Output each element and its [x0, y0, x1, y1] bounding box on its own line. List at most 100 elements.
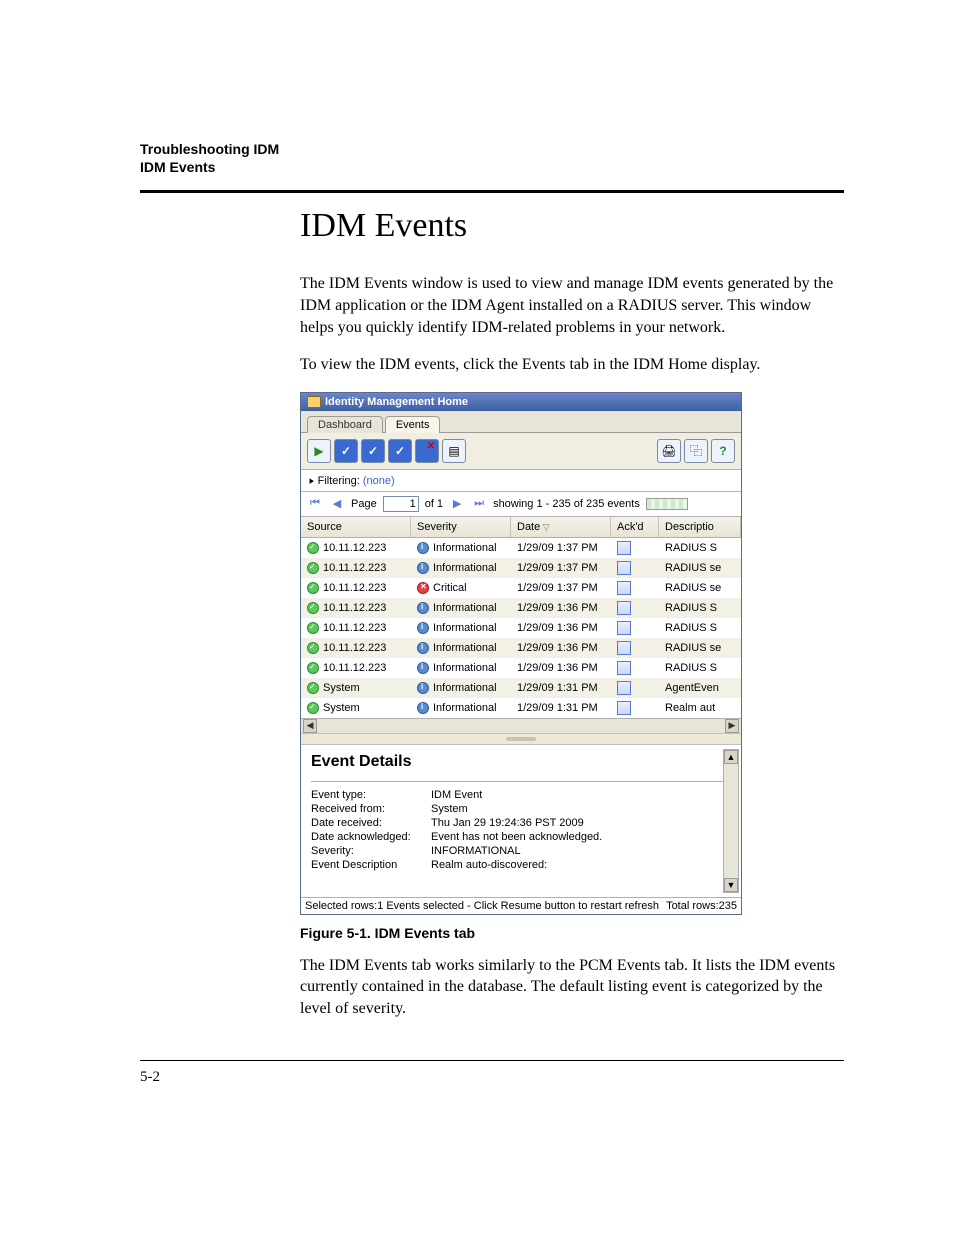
severity-value: INFORMATIONAL [431, 845, 731, 857]
cell-description: Realm aut [659, 699, 741, 717]
severity-icon [417, 582, 429, 594]
prev-page-button[interactable]: ◀ [329, 496, 345, 512]
details-vertical-scrollbar[interactable]: ▲ ▼ [723, 749, 739, 893]
cell-date: 1/29/09 1:31 PM [511, 679, 611, 697]
events-grid: Source Severity Date Ack'd Descriptio 10… [301, 517, 741, 718]
cell-severity: Informational [411, 619, 511, 637]
status-ok-icon [307, 702, 319, 714]
export-button[interactable]: ⿻ [684, 439, 708, 463]
clear-filter-button[interactable] [415, 439, 439, 463]
next-page-button[interactable]: ▶ [449, 496, 465, 512]
ack-checkbox[interactable] [617, 621, 631, 635]
table-row[interactable]: 10.11.12.223Informational1/29/09 1:36 PM… [301, 618, 741, 638]
folder-icon [307, 396, 321, 408]
ack-checkbox[interactable] [617, 681, 631, 695]
window-title: Identity Management Home [325, 396, 468, 408]
severity-icon [417, 602, 429, 614]
severity-icon [417, 682, 429, 694]
scroll-right-icon[interactable]: ▶ [725, 719, 739, 733]
scroll-up-icon[interactable]: ▲ [724, 750, 738, 764]
cell-source: 10.11.12.223 [301, 579, 411, 597]
filter-button-3[interactable] [388, 439, 412, 463]
status-bar: Selected rows:1 Events selected - Click … [301, 897, 741, 914]
col-date[interactable]: Date [511, 517, 611, 537]
last-page-button[interactable]: ⏭ [471, 496, 487, 512]
resume-button[interactable]: ▶ [307, 439, 331, 463]
date-received-value: Thu Jan 29 19:24:36 PST 2009 [431, 817, 731, 829]
tab-strip: Dashboard Events [301, 411, 741, 433]
cell-ackd [611, 618, 659, 638]
page-of-label: of 1 [425, 498, 443, 510]
help-button[interactable]: ? [711, 439, 735, 463]
ack-checkbox[interactable] [617, 641, 631, 655]
event-desc-label: Event Description [311, 859, 431, 871]
page-input[interactable] [383, 496, 419, 512]
event-desc-value: Realm auto-discovered: [431, 859, 731, 871]
intro-paragraph-2: To view the IDM events, click the Events… [300, 354, 844, 376]
horizontal-scrollbar[interactable]: ◀ ▶ [301, 718, 741, 733]
severity-icon [417, 562, 429, 574]
severity-label: Severity: [311, 845, 431, 857]
col-source[interactable]: Source [301, 517, 411, 537]
cell-ackd [611, 538, 659, 558]
status-ok-icon [307, 622, 319, 634]
progress-indicator [646, 498, 688, 510]
cell-source: 10.11.12.223 [301, 659, 411, 677]
status-ok-icon [307, 642, 319, 654]
ack-checkbox[interactable] [617, 581, 631, 595]
cell-date: 1/29/09 1:36 PM [511, 619, 611, 637]
table-row[interactable]: SystemInformational1/29/09 1:31 PMAgentE… [301, 678, 741, 698]
severity-icon [417, 662, 429, 674]
cell-severity: Informational [411, 659, 511, 677]
splitter-bar[interactable] [301, 733, 741, 745]
col-description[interactable]: Descriptio [659, 517, 741, 537]
cell-description: AgentEven [659, 679, 741, 697]
date-ack-label: Date acknowledged: [311, 831, 431, 843]
cell-description: RADIUS se [659, 559, 741, 577]
cell-severity: Informational [411, 599, 511, 617]
scroll-left-icon[interactable]: ◀ [303, 719, 317, 733]
intro-paragraph-1: The IDM Events window is used to view an… [300, 273, 844, 338]
col-ackd[interactable]: Ack'd [611, 517, 659, 537]
cell-source: 10.11.12.223 [301, 639, 411, 657]
cell-ackd [611, 698, 659, 718]
filter-button-1[interactable] [334, 439, 358, 463]
date-ack-value: Event has not been acknowledged. [431, 831, 731, 843]
table-row[interactable]: 10.11.12.223Critical1/29/09 1:37 PMRADIU… [301, 578, 741, 598]
ack-checkbox[interactable] [617, 601, 631, 615]
ack-checkbox[interactable] [617, 541, 631, 555]
cell-date: 1/29/09 1:31 PM [511, 699, 611, 717]
cell-description: RADIUS S [659, 659, 741, 677]
first-page-button[interactable]: ⏮ [307, 496, 323, 512]
col-severity[interactable]: Severity [411, 517, 511, 537]
print-button[interactable]: 🖨 [657, 439, 681, 463]
table-row[interactable]: 10.11.12.223Informational1/29/09 1:36 PM… [301, 638, 741, 658]
cell-date: 1/29/09 1:37 PM [511, 559, 611, 577]
severity-icon [417, 702, 429, 714]
table-row[interactable]: 10.11.12.223Informational1/29/09 1:36 PM… [301, 598, 741, 618]
cell-severity: Informational [411, 559, 511, 577]
toolbar: ▶ ▤ 🖨 ⿻ ? [301, 433, 741, 470]
table-row[interactable]: SystemInformational1/29/09 1:31 PMRealm … [301, 698, 741, 718]
table-row[interactable]: 10.11.12.223Informational1/29/09 1:36 PM… [301, 658, 741, 678]
figure-caption: Figure 5-1. IDM Events tab [300, 925, 844, 941]
cell-date: 1/29/09 1:36 PM [511, 599, 611, 617]
tab-events[interactable]: Events [385, 416, 441, 433]
filter-bar[interactable]: ▸ Filtering: (none) [301, 470, 741, 492]
cell-ackd [611, 678, 659, 698]
scroll-down-icon[interactable]: ▼ [724, 878, 738, 892]
event-type-label: Event type: [311, 789, 431, 801]
ack-checkbox[interactable] [617, 701, 631, 715]
table-row[interactable]: 10.11.12.223Informational1/29/09 1:37 PM… [301, 538, 741, 558]
filter-button-2[interactable] [361, 439, 385, 463]
filter-value: (none) [363, 475, 395, 487]
table-row[interactable]: 10.11.12.223Informational1/29/09 1:37 PM… [301, 558, 741, 578]
columns-button[interactable]: ▤ [442, 439, 466, 463]
ack-checkbox[interactable] [617, 561, 631, 575]
tab-dashboard[interactable]: Dashboard [307, 416, 383, 433]
status-ok-icon [307, 542, 319, 554]
grid-header-row: Source Severity Date Ack'd Descriptio [301, 517, 741, 538]
cell-date: 1/29/09 1:36 PM [511, 639, 611, 657]
cell-ackd [611, 558, 659, 578]
ack-checkbox[interactable] [617, 661, 631, 675]
